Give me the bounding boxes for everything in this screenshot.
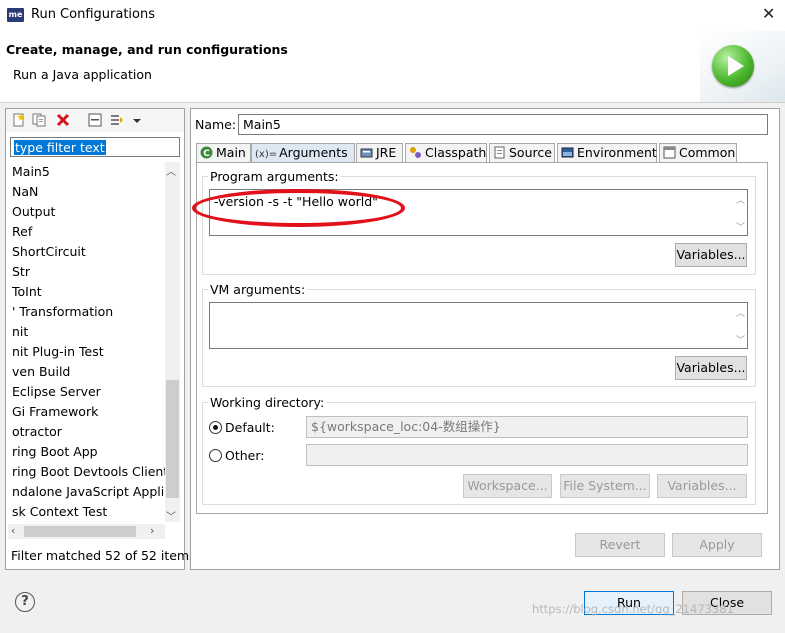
scroll-right-arrow-icon[interactable]: › xyxy=(150,524,154,537)
name-input[interactable]: Main5 xyxy=(238,114,768,135)
name-label: Name: xyxy=(195,117,237,132)
close-icon[interactable]: ✕ xyxy=(762,4,775,23)
tab-classpath-label: Classpath xyxy=(425,145,487,160)
textarea-scroll-up-icon[interactable]: ︿ xyxy=(736,306,745,319)
tree-item[interactable]: Str xyxy=(12,263,30,281)
window-title: Run Configurations xyxy=(31,7,155,22)
tree-item[interactable]: Output xyxy=(12,203,55,221)
tree-item[interactable]: Ref xyxy=(12,223,32,241)
tree-horizontal-scroll-thumb[interactable] xyxy=(24,526,136,537)
other-radio-label: Other: xyxy=(225,448,265,463)
tree-item[interactable]: sk Context Test xyxy=(12,503,107,521)
jre-icon xyxy=(360,148,373,158)
tab-source[interactable]: Source xyxy=(489,143,555,162)
working-directory-variables-button[interactable]: Variables... xyxy=(657,474,747,498)
tab-common[interactable]: Common xyxy=(659,143,737,162)
new-configuration-icon[interactable] xyxy=(12,113,26,127)
tree-item[interactable]: Main5 xyxy=(12,163,50,181)
tree-item[interactable]: ShortCircuit xyxy=(12,243,86,261)
tree-item[interactable]: otractor xyxy=(12,423,62,441)
source-icon xyxy=(494,146,505,159)
duplicate-icon[interactable] xyxy=(32,113,46,127)
tab-classpath[interactable]: Classpath xyxy=(405,143,487,162)
main-class-icon: C xyxy=(200,146,213,159)
tab-main-label: Main xyxy=(216,145,246,160)
help-icon[interactable]: ? xyxy=(15,592,35,612)
tree-item[interactable]: ring Boot Devtools Client xyxy=(12,463,165,481)
default-directory-field: ${workspace_loc:04-数组操作} xyxy=(306,416,748,438)
common-icon xyxy=(663,146,676,159)
tab-arguments-label: Arguments xyxy=(279,145,348,160)
annotation-oval xyxy=(192,189,405,227)
vm-arguments-label: VM arguments: xyxy=(208,282,308,297)
tab-source-label: Source xyxy=(509,145,552,160)
tab-main[interactable]: C Main xyxy=(196,143,251,162)
vm-arguments-textarea[interactable]: ︿ ﹀ xyxy=(209,302,748,349)
program-arguments-label: Program arguments: xyxy=(208,169,341,184)
title-bar: me Run Configurations ✕ xyxy=(0,0,785,31)
tree-item[interactable]: Gi Framework xyxy=(12,403,98,421)
textarea-scroll-down-icon[interactable]: ﹀ xyxy=(736,220,745,233)
tab-jre[interactable]: JRE xyxy=(356,143,403,162)
other-directory-field[interactable] xyxy=(306,444,748,466)
configuration-tree[interactable]: Main5 NaN Output Ref ShortCircuit Str ToInt ' T… xyxy=(8,162,165,522)
tree-item[interactable]: ven Build xyxy=(12,363,70,381)
tree-item[interactable]: ndalone JavaScript Applica xyxy=(12,483,165,501)
filter-icon[interactable] xyxy=(110,113,124,127)
revert-button[interactable]: Revert xyxy=(575,533,665,557)
tab-environment[interactable]: Environment xyxy=(557,143,657,162)
dialog-title: Create, manage, and run configurations xyxy=(6,42,288,57)
collapse-all-icon[interactable] xyxy=(88,113,102,127)
classpath-icon xyxy=(410,147,421,158)
environment-icon xyxy=(561,147,574,158)
file-system-button[interactable]: File System... xyxy=(560,474,650,498)
tree-item[interactable]: Eclipse Server xyxy=(12,383,101,401)
scroll-down-arrow-icon[interactable]: ﹀ xyxy=(166,508,176,523)
tab-environment-label: Environment xyxy=(577,145,657,160)
scroll-up-arrow-icon[interactable]: ︿ xyxy=(166,163,176,178)
view-menu-chevron-icon[interactable] xyxy=(132,113,142,127)
tab-jre-label: JRE xyxy=(376,145,397,160)
workspace-button[interactable]: Workspace... xyxy=(463,474,552,498)
other-radio[interactable] xyxy=(209,449,222,462)
apply-button[interactable]: Apply xyxy=(672,533,762,557)
name-input-value: Main5 xyxy=(243,117,281,132)
tree-item[interactable]: ' Transformation xyxy=(12,303,113,321)
arguments-icon: (x)= xyxy=(255,149,278,160)
vm-arguments-variables-button[interactable]: Variables... xyxy=(675,356,747,380)
working-directory-label: Working directory: xyxy=(208,395,327,410)
dialog-header: Create, manage, and run configurations R… xyxy=(0,31,785,103)
tab-common-label: Common xyxy=(679,145,736,160)
default-radio[interactable] xyxy=(209,421,222,434)
app-icon: me xyxy=(7,8,24,22)
tree-item[interactable]: NaN xyxy=(12,183,38,201)
run-icon xyxy=(712,45,754,87)
textarea-scroll-up-icon[interactable]: ︿ xyxy=(736,193,745,206)
filter-status-text: Filter matched 52 of 52 items xyxy=(11,548,196,563)
watermark-text: https://blog.csdn.net/qq_21473381 xyxy=(532,602,734,616)
tree-item[interactable]: ring Boot App xyxy=(12,443,98,461)
left-toolbar xyxy=(5,108,185,132)
delete-icon[interactable] xyxy=(56,113,70,127)
program-arguments-variables-button[interactable]: Variables... xyxy=(675,243,747,267)
tree-item[interactable]: nit xyxy=(12,323,28,341)
scroll-left-arrow-icon[interactable]: ‹ xyxy=(11,524,15,537)
default-radio-label: Default: xyxy=(225,420,275,435)
textarea-scroll-down-icon[interactable]: ﹀ xyxy=(736,333,745,346)
filter-input[interactable]: type filter text xyxy=(10,137,180,157)
dialog-subtitle: Run a Java application xyxy=(13,67,152,82)
tree-vertical-scroll-thumb[interactable] xyxy=(166,380,179,498)
tab-arguments[interactable]: (x)= Arguments xyxy=(251,143,355,162)
filter-input-text: type filter text xyxy=(14,140,106,155)
tree-item[interactable]: ToInt xyxy=(12,283,42,301)
svg-text:C: C xyxy=(203,149,210,159)
tree-item[interactable]: nit Plug-in Test xyxy=(12,343,104,361)
